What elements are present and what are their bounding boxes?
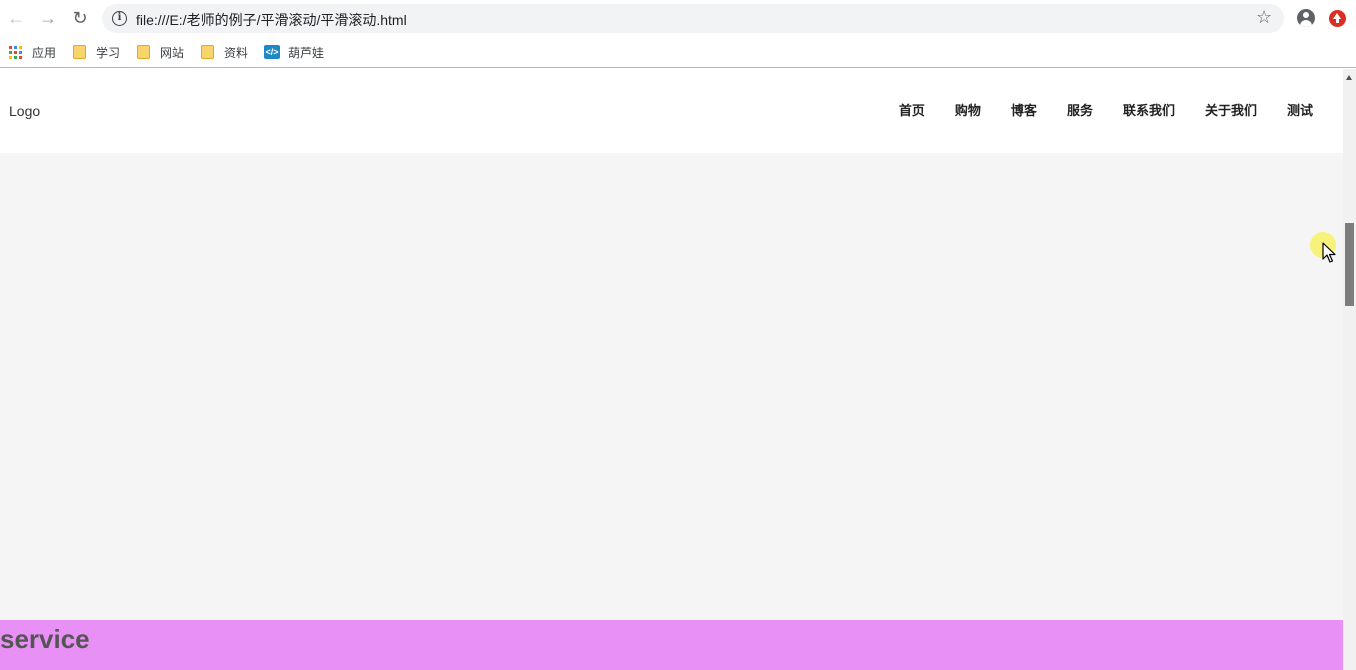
info-icon[interactable]: i <box>112 11 127 26</box>
site-logo[interactable]: Logo <box>9 103 40 119</box>
page-viewport: Logo 首页 购物 博客 服务 联系我们 关于我们 测试 service <box>0 69 1343 670</box>
scroll-up-arrow-icon[interactable] <box>1346 75 1352 80</box>
menu-item-blog[interactable]: 博客 <box>996 101 1052 121</box>
bookmark-huluwa[interactable]: </> 葫芦娃 <box>264 43 324 61</box>
menu-item-home[interactable]: 首页 <box>884 101 940 121</box>
service-title: service <box>0 624 90 654</box>
address-bar[interactable]: i file:///E:/老师的例子/平滑滚动/平滑滚动.html <box>102 4 1284 33</box>
menu-item-about[interactable]: 关于我们 <box>1190 101 1272 121</box>
star-icon[interactable]: ☆ <box>1256 7 1272 27</box>
page-scrollbar[interactable] <box>1343 69 1356 670</box>
service-section: service <box>0 620 1343 670</box>
bookmark-label: 应用 <box>32 45 57 60</box>
forward-icon[interactable]: → <box>38 8 58 28</box>
back-icon[interactable]: ← <box>6 8 26 28</box>
bookmark-label: 葫芦娃 <box>288 45 325 60</box>
scroll-thumb[interactable] <box>1345 223 1354 306</box>
menu-item-test[interactable]: 测试 <box>1272 101 1343 121</box>
bookmark-folder-materials[interactable]: 资料 <box>201 43 248 61</box>
browser-toolbar: ← → ↻ i file:///E:/老师的例子/平滑滚动/平滑滚动.html … <box>0 0 1356 37</box>
folder-icon <box>73 45 86 59</box>
update-icon[interactable] <box>1329 10 1346 27</box>
hulu-icon: </> <box>264 45 280 59</box>
site-header: Logo 首页 购物 博客 服务 联系我们 关于我们 测试 <box>0 69 1343 153</box>
folder-icon <box>137 45 150 59</box>
bookmark-apps[interactable]: 应用 <box>9 43 56 61</box>
bookmark-label: 网站 <box>160 45 185 60</box>
menu-item-contact[interactable]: 联系我们 <box>1108 101 1190 121</box>
menu-item-services[interactable]: 服务 <box>1052 101 1108 121</box>
account-icon[interactable] <box>1297 9 1315 27</box>
reload-icon[interactable]: ↻ <box>70 8 90 28</box>
folder-icon <box>201 45 214 59</box>
bookmark-folder-sites[interactable]: 网站 <box>137 43 184 61</box>
bookmark-label: 资料 <box>224 45 249 60</box>
main-menu: 首页 购物 博客 服务 联系我们 关于我们 测试 <box>884 101 1343 121</box>
url-text[interactable]: file:///E:/老师的例子/平滑滚动/平滑滚动.html <box>136 10 407 30</box>
mouse-cursor-icon <box>1322 242 1336 263</box>
bookmark-folder-study[interactable]: 学习 <box>73 43 120 61</box>
bookmark-label: 学习 <box>96 45 121 60</box>
bookmarks-bar: 应用 学习 网站 资料 </> 葫芦娃 <box>0 37 1356 68</box>
menu-item-shopping[interactable]: 购物 <box>940 101 996 121</box>
apps-icon <box>9 45 22 59</box>
